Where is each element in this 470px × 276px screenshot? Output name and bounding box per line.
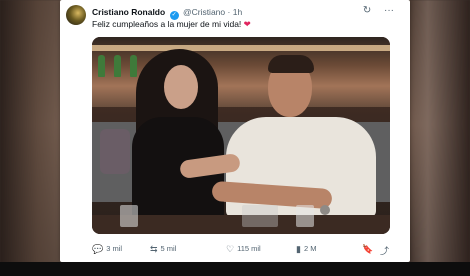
bottom-bar — [0, 262, 470, 276]
views-count: 2 M — [303, 244, 317, 253]
share-icon: ⤴ — [380, 246, 390, 256]
views-icon: ▮ — [296, 244, 301, 254]
retweet-button[interactable]: ⇆ 5 mil — [150, 244, 176, 255]
glass — [296, 205, 314, 227]
tweet-card: Cristiano Ronaldo ✓ @Cristiano · 1h ↻ ··… — [60, 0, 410, 262]
heart-icon: ♡ — [226, 244, 235, 254]
tweet-time[interactable]: 1h — [233, 7, 242, 17]
like-count: 115 mil — [237, 244, 261, 253]
bottle — [114, 55, 121, 77]
bookmark-button[interactable]: 🔖 — [362, 244, 376, 255]
shelf-light — [92, 45, 390, 51]
reply-count: 3 mil — [106, 244, 123, 253]
cushion — [100, 129, 130, 174]
author-name[interactable]: Cristiano Ronaldo — [92, 7, 165, 17]
retweet-icon: ⇆ — [150, 244, 158, 254]
author-handle[interactable]: @Cristiano — [183, 7, 225, 17]
like-button[interactable]: ♡ 115 mil — [226, 244, 261, 255]
tweet-text: Feliz cumpleaños a la mujer de mi vida! … — [92, 19, 251, 30]
more-options-icon[interactable]: ··· — [384, 5, 394, 16]
glass — [120, 205, 138, 227]
reply-button[interactable]: 💬 3 mil — [92, 244, 122, 255]
views-button[interactable]: ▮ 2 M — [296, 244, 316, 255]
bottle — [98, 55, 105, 77]
tweet-top-icons: ↻ ··· — [353, 5, 394, 16]
bottle — [130, 55, 137, 77]
tweet-photo[interactable] — [92, 37, 390, 234]
retweet-count: 5 mil — [160, 244, 177, 253]
watch — [320, 205, 330, 215]
separator-dot: · — [227, 7, 231, 17]
tweet-text-body: Feliz cumpleaños a la mujer de mi vida! — [92, 19, 242, 29]
man-hair — [268, 55, 314, 73]
heart-emoji-icon: ❤ — [243, 19, 251, 29]
woman-face — [164, 65, 198, 109]
grok-icon[interactable]: ↻ — [363, 5, 371, 16]
bookmark-icon: 🔖 — [362, 244, 374, 254]
glass — [242, 205, 278, 227]
avatar[interactable] — [66, 5, 86, 25]
share-button[interactable]: ⤴ — [380, 244, 392, 257]
reply-icon: 💬 — [92, 244, 104, 254]
